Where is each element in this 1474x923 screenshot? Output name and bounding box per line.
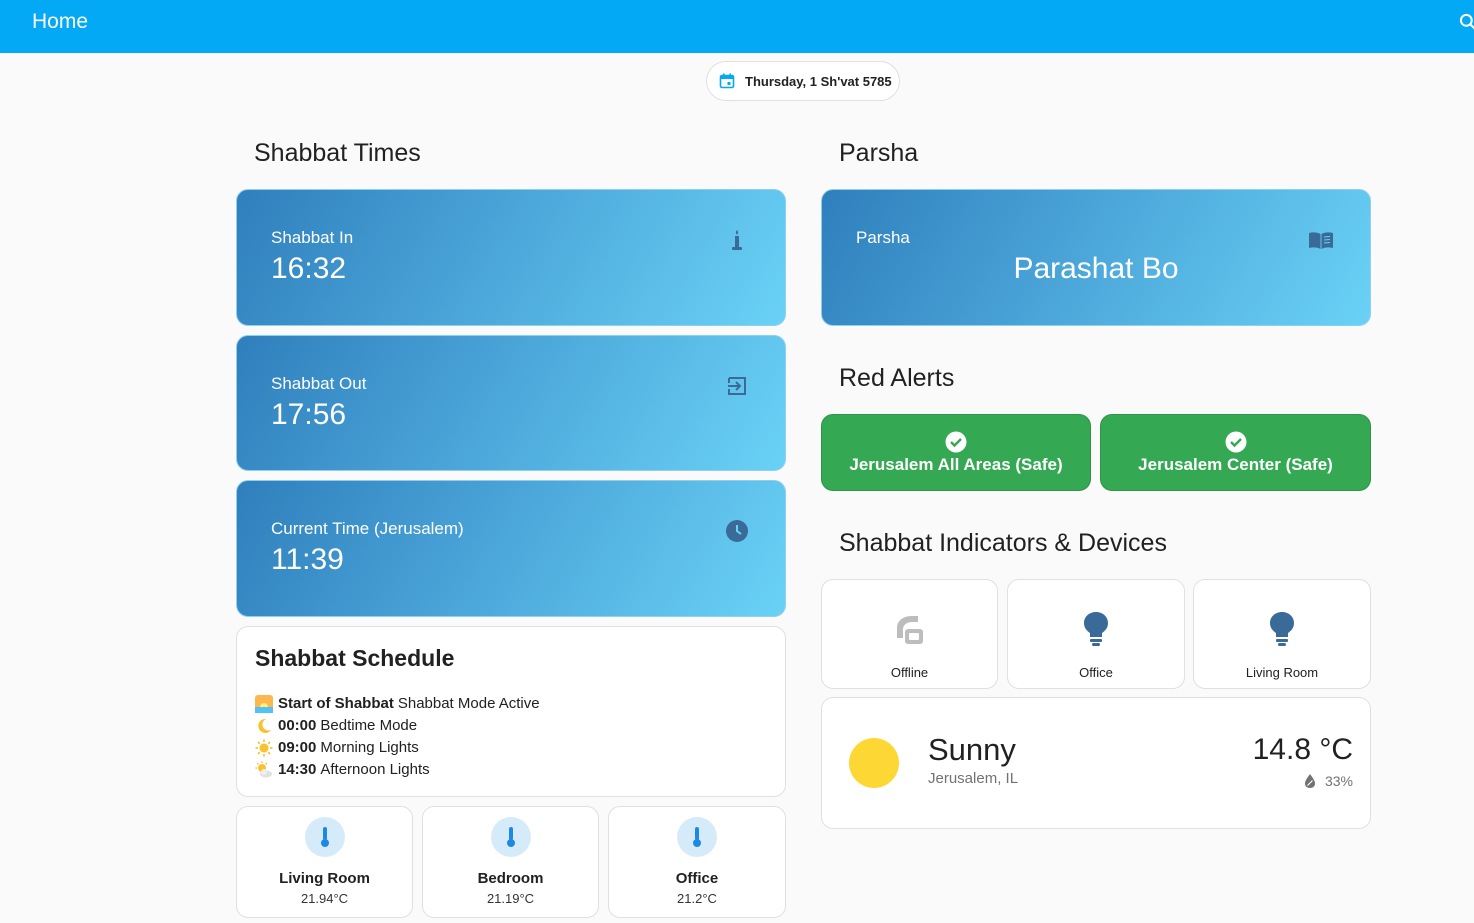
weather-location: Jerusalem, IL bbox=[928, 770, 1019, 787]
weather-temperature: 14.8 °C bbox=[1252, 733, 1353, 766]
temperature-name: Bedroom bbox=[477, 870, 544, 887]
schedule-text: Shabbat Mode Active bbox=[397, 695, 540, 712]
weather-card[interactable]: Sunny Jerusalem, IL 14.8 °C 33% bbox=[821, 697, 1371, 829]
temperature-name: Office bbox=[675, 870, 719, 887]
temperature-tile-office[interactable]: Office 21.2°C bbox=[608, 806, 786, 918]
device-name: Office bbox=[1079, 665, 1113, 680]
thermometer-icon bbox=[693, 827, 701, 847]
lightbulb-icon bbox=[1270, 612, 1294, 646]
candle-icon bbox=[732, 230, 742, 250]
schedule-text: Morning Lights bbox=[320, 739, 419, 756]
sun-icon bbox=[255, 739, 273, 757]
device-tile-offline[interactable]: Offline bbox=[821, 579, 998, 689]
humidity-value: 33% bbox=[1324, 773, 1353, 789]
section-title-devices: Shabbat Indicators & Devices bbox=[839, 529, 1167, 557]
parsha-name: Parashat Bo bbox=[1013, 252, 1179, 285]
schedule-text: Afternoon Lights bbox=[320, 761, 430, 778]
sun-icon bbox=[849, 738, 899, 788]
temperature-value: 21.94°C bbox=[300, 891, 349, 906]
parsha-card[interactable]: Parsha Parashat Bo bbox=[821, 189, 1371, 326]
schedule-time: 00:00 bbox=[278, 717, 317, 734]
weather-condition: Sunny bbox=[928, 732, 1016, 767]
red-alert-jerusalem-all[interactable]: Jerusalem All Areas (Safe) bbox=[821, 414, 1091, 491]
schedule-row: 09:00 Morning Lights bbox=[255, 737, 540, 759]
schedule-time: Start of Shabbat bbox=[278, 695, 394, 712]
card-value: 11:39 bbox=[271, 543, 344, 576]
stove-icon bbox=[896, 616, 923, 644]
card-label: Shabbat Out bbox=[271, 374, 367, 393]
sunrise-icon bbox=[255, 695, 273, 713]
alert-text: Jerusalem All Areas (Safe) bbox=[849, 455, 1063, 474]
device-tile-living-room-light[interactable]: Living Room bbox=[1193, 579, 1371, 689]
current-time-card[interactable]: Current Time (Jerusalem) 11:39 bbox=[236, 480, 786, 617]
temperature-value: 21.2°C bbox=[677, 891, 717, 906]
card-label: Shabbat In bbox=[271, 228, 354, 247]
schedule-text: Bedtime Mode bbox=[320, 717, 418, 734]
moon-icon bbox=[258, 718, 271, 733]
card-label: Current Time (Jerusalem) bbox=[271, 519, 464, 538]
alert-text: Jerusalem Center (Safe) bbox=[1138, 455, 1333, 474]
temperature-tile-bedroom[interactable]: Bedroom 21.19°C bbox=[422, 806, 599, 918]
book-open-icon bbox=[1309, 232, 1333, 249]
search-icon[interactable] bbox=[1458, 12, 1474, 32]
schedule-time: 09:00 bbox=[278, 739, 317, 756]
humidity-icon bbox=[1304, 774, 1315, 788]
top-app-bar: Home bbox=[0, 0, 1474, 53]
schedule-row: 14:30 Afternoon Lights bbox=[255, 759, 540, 781]
check-circle-icon bbox=[1225, 431, 1246, 453]
schedule-title: Shabbat Schedule bbox=[255, 645, 455, 671]
device-name: Living Room bbox=[1245, 665, 1319, 680]
temperature-value: 21.19°C bbox=[486, 891, 535, 906]
thermometer-badge bbox=[677, 817, 717, 857]
schedule-row: Start of Shabbat Shabbat Mode Active bbox=[255, 693, 540, 715]
check-circle-icon bbox=[945, 431, 967, 453]
red-alert-jerusalem-center[interactable]: Jerusalem Center (Safe) bbox=[1100, 414, 1371, 491]
hebrew-date-chip[interactable]: Thursday, 1 Sh'vat 5785 bbox=[706, 61, 900, 101]
hebrew-date-text: Thursday, 1 Sh'vat 5785 bbox=[745, 73, 892, 89]
schedule-row: 00:00 Bedtime Mode bbox=[255, 715, 540, 737]
section-title-parsha: Parsha bbox=[839, 139, 919, 167]
thermometer-badge bbox=[490, 817, 531, 857]
calendar-icon bbox=[719, 73, 735, 89]
temperature-name: Living Room bbox=[279, 870, 370, 887]
shabbat-schedule-card: Shabbat Schedule Start of Shabbat Shabba… bbox=[236, 626, 786, 797]
schedule-time: 14:30 bbox=[278, 761, 317, 778]
temperature-tile-living-room[interactable]: Living Room 21.94°C bbox=[236, 806, 413, 918]
page-title: Home bbox=[32, 10, 89, 33]
card-value: 16:32 bbox=[271, 252, 347, 285]
shabbat-out-card[interactable]: Shabbat Out 17:56 bbox=[236, 335, 786, 471]
thermometer-icon bbox=[506, 827, 515, 847]
shabbat-in-card[interactable]: Shabbat In 16:32 bbox=[236, 189, 786, 326]
section-title-red-alerts: Red Alerts bbox=[839, 364, 955, 392]
clock-icon bbox=[726, 520, 748, 542]
device-tile-office-light[interactable]: Office bbox=[1007, 579, 1185, 689]
thermometer-icon bbox=[320, 827, 329, 847]
device-name: Offline bbox=[890, 665, 929, 680]
thermometer-badge bbox=[304, 817, 345, 857]
exit-icon bbox=[728, 377, 746, 395]
card-label: Parsha bbox=[856, 228, 910, 247]
weather-humidity: 33% bbox=[1303, 773, 1353, 789]
card-value: 17:56 bbox=[271, 398, 347, 431]
lightbulb-icon bbox=[1084, 612, 1108, 646]
sun-cloud-icon bbox=[255, 761, 272, 778]
section-title-shabbat-times: Shabbat Times bbox=[254, 139, 421, 167]
